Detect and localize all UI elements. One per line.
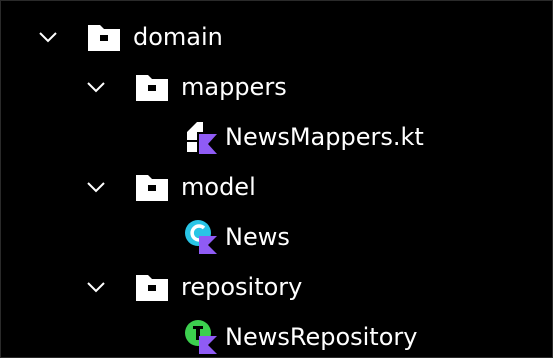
chevron-down-icon[interactable] xyxy=(85,76,107,98)
tree-file-newsmappers[interactable]: NewsMappers.kt xyxy=(1,112,424,162)
tree-node-mappers[interactable]: mappers xyxy=(1,62,287,112)
folder-icon xyxy=(135,172,169,202)
tree-node-label: repository xyxy=(181,273,303,301)
folder-icon xyxy=(135,272,169,302)
tree-node-label: model xyxy=(181,173,256,201)
tree-node-label: mappers xyxy=(181,73,287,101)
tree-file-label: NewsMappers.kt xyxy=(225,123,424,151)
kotlin-file-icon xyxy=(183,118,221,156)
tree-node-label: domain xyxy=(133,23,223,51)
tree-file-label: News xyxy=(225,223,290,251)
kotlin-class-icon xyxy=(183,218,221,256)
kotlin-interface-icon xyxy=(183,318,221,356)
chevron-down-icon[interactable] xyxy=(85,176,107,198)
project-tree: domain mappers NewsMappers.kt model News… xyxy=(0,0,553,358)
tree-node-domain[interactable]: domain xyxy=(1,12,223,62)
folder-icon xyxy=(87,22,121,52)
tree-file-news[interactable]: News xyxy=(1,212,290,262)
tree-file-label: NewsRepository xyxy=(225,323,418,351)
chevron-down-icon[interactable] xyxy=(37,26,59,48)
chevron-down-icon[interactable] xyxy=(85,276,107,298)
folder-icon xyxy=(135,72,169,102)
tree-node-repository[interactable]: repository xyxy=(1,262,302,312)
tree-node-model[interactable]: model xyxy=(1,162,256,212)
tree-file-newsrepository[interactable]: NewsRepository xyxy=(1,312,417,358)
